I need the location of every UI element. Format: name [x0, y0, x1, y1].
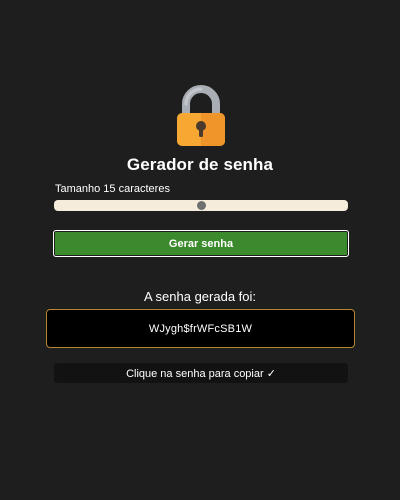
password-generator-app: Gerador de senha Tamanho 15 caracteres G…: [0, 0, 400, 500]
generated-password[interactable]: WJygh$frWFcSB1W: [149, 323, 252, 335]
length-slider-thumb[interactable]: [196, 201, 206, 210]
page-title: Gerador de senha: [126, 155, 274, 174]
length-label: Tamanho 15 caracteres: [55, 183, 170, 195]
generate-password-button[interactable]: Gerar senha: [53, 230, 349, 257]
copy-hint: Clique na senha para copiar ✓: [54, 363, 348, 383]
result-title: A senha gerada foi:: [143, 289, 257, 304]
padlock-icon: [177, 85, 225, 146]
generated-password-box[interactable]: WJygh$frWFcSB1W: [46, 309, 355, 348]
length-slider[interactable]: [54, 200, 348, 211]
